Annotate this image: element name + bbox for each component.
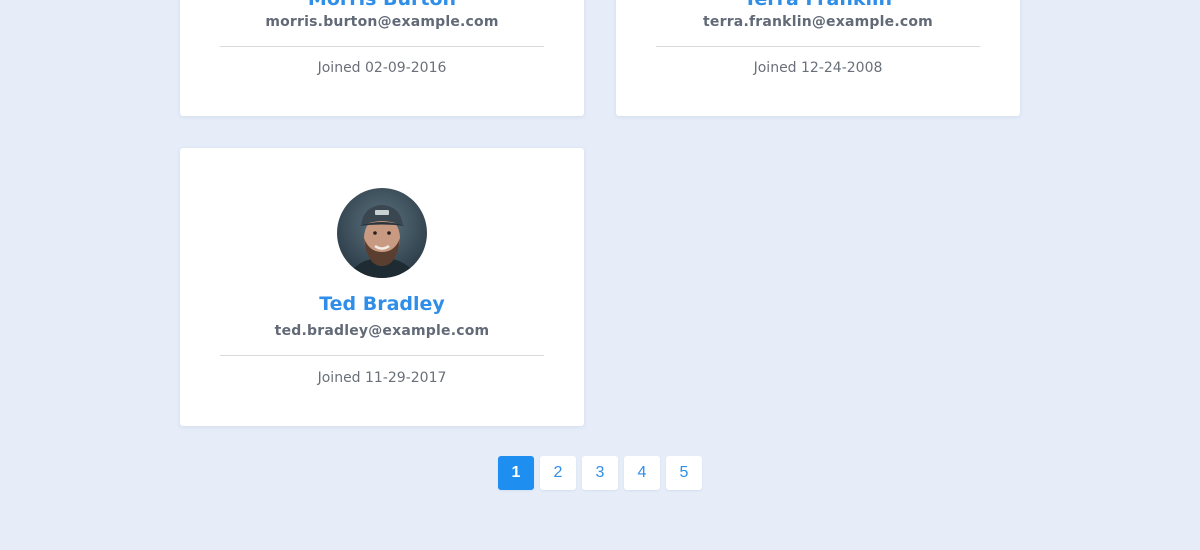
- avatar: [337, 188, 427, 278]
- divider: [220, 355, 544, 356]
- user-name[interactable]: Morris Burton: [180, 0, 584, 10]
- divider: [656, 46, 980, 47]
- page-button-1[interactable]: 1: [498, 456, 534, 490]
- divider: [220, 46, 544, 47]
- user-email: morris.burton@example.com: [265, 14, 499, 30]
- user-card: Morris Burton morris.burton@example.com …: [180, 0, 584, 116]
- user-email: ted.bradley@example.com: [274, 323, 490, 339]
- user-name[interactable]: Terra Franklin: [616, 0, 1020, 10]
- user-email: terra.franklin@example.com: [703, 14, 933, 30]
- joined-date: Joined 12-24-2008: [753, 60, 883, 76]
- page-button-2[interactable]: 2: [540, 456, 576, 490]
- user-name[interactable]: Ted Bradley: [180, 293, 584, 315]
- user-card: Ted Bradley ted.bradley@example.com Join…: [180, 148, 584, 426]
- joined-date: Joined 02-09-2016: [317, 60, 447, 76]
- joined-date: Joined 11-29-2017: [317, 370, 447, 386]
- page-button-4[interactable]: 4: [624, 456, 660, 490]
- user-photo-avatar: [337, 188, 427, 278]
- page-button-3[interactable]: 3: [582, 456, 618, 490]
- page-button-5[interactable]: 5: [666, 456, 702, 490]
- pagination: 1 2 3 4 5: [0, 456, 1200, 490]
- user-card: Terra Franklin terra.franklin@example.co…: [616, 0, 1020, 116]
